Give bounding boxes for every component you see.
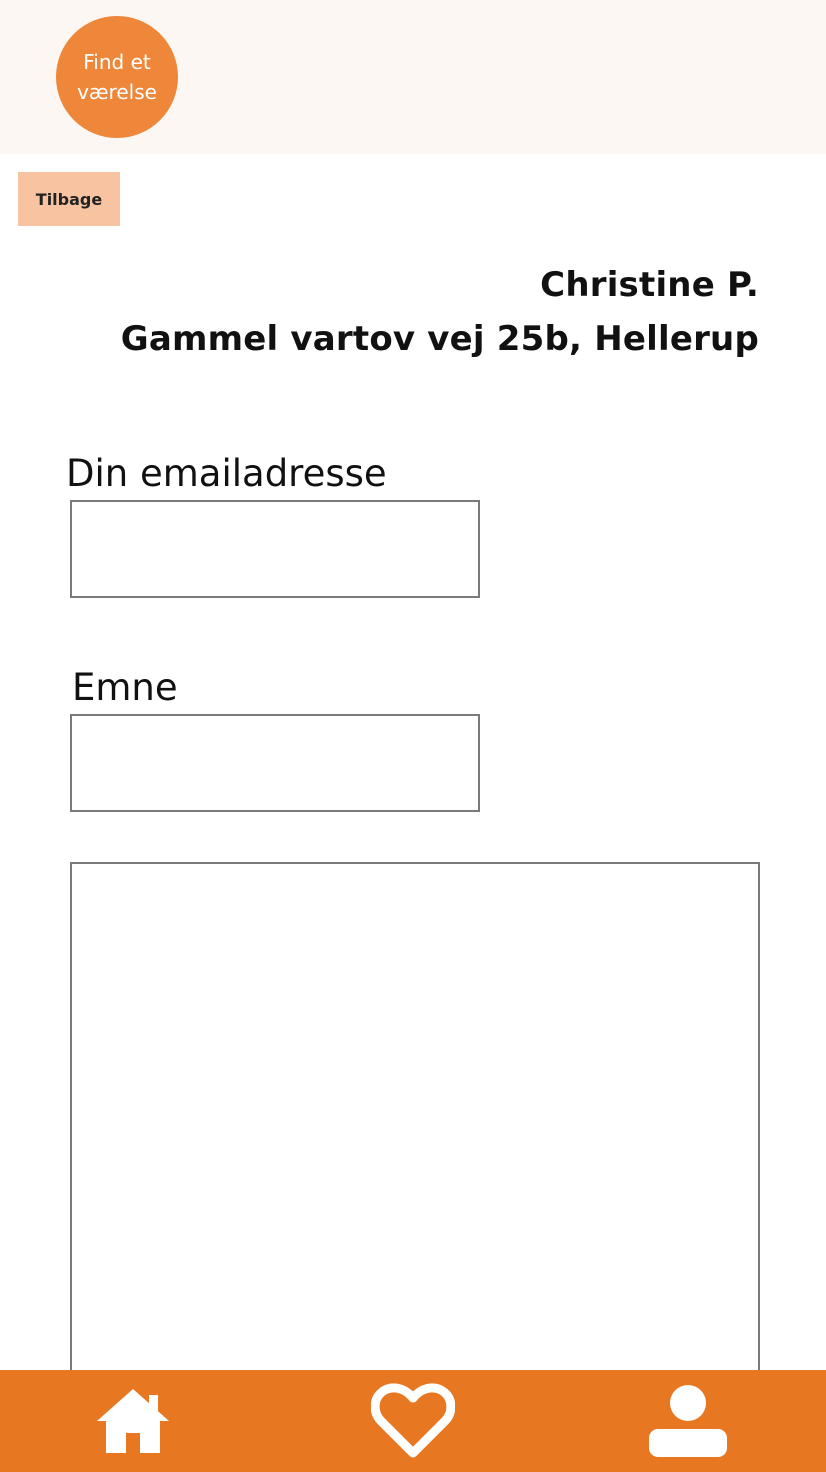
email-field[interactable] [70,500,480,598]
recipient-info: Christine P. Gammel vartov vej 25b, Hell… [121,258,759,366]
recipient-address: Gammel vartov vej 25b, Hellerup [120,319,759,359]
bottom-nav [0,1370,826,1472]
home-icon [97,1389,169,1453]
nav-favorites-button[interactable] [366,1370,460,1472]
back-button-label: Tilbage [35,189,103,209]
nav-profile-button[interactable] [640,1370,736,1472]
find-room-label: Find et værelse [77,50,157,104]
app-header: Find et værelse [0,0,826,154]
subject-field[interactable] [70,714,480,812]
message-textarea[interactable] [70,862,760,1402]
find-room-button[interactable]: Find et værelse [56,16,178,138]
back-button[interactable]: Tilbage [18,172,120,226]
nav-home-button[interactable] [86,1370,180,1472]
user-icon [649,1385,727,1457]
email-label: Din emailadresse [66,452,387,495]
heart-icon [371,1383,455,1458]
subject-label: Emne [72,666,178,709]
recipient-name: Christine P. [540,265,759,305]
